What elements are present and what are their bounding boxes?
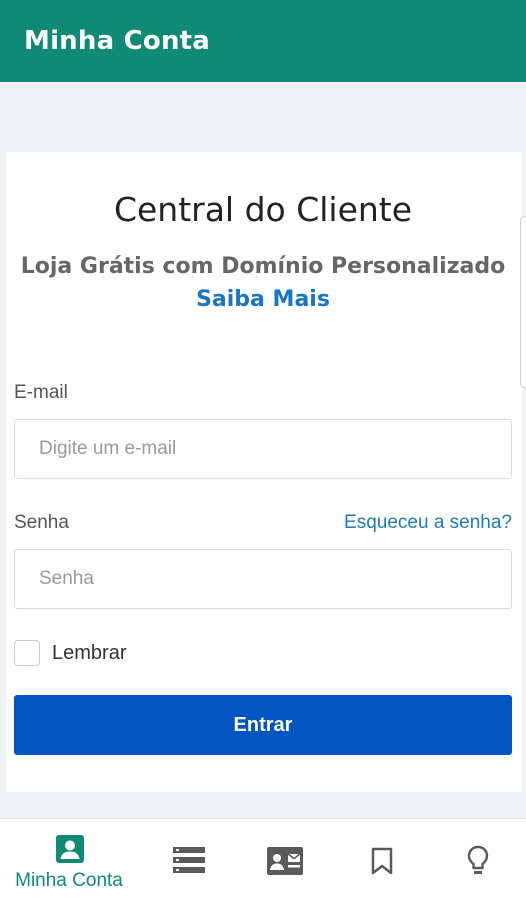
login-button[interactable]: Entrar [14, 695, 512, 755]
app-bar: Minha Conta [0, 0, 526, 82]
remember-label: Lembrar [52, 642, 127, 664]
remember-checkbox[interactable] [14, 640, 40, 666]
contact-card-icon [267, 847, 303, 875]
account-box-icon [56, 835, 84, 863]
email-field[interactable] [14, 419, 512, 479]
promo-text: Loja Grátis com Domínio Personalizado [20, 254, 506, 279]
nav-item-tips[interactable] [448, 819, 508, 900]
learn-more-link[interactable]: Saiba Mais [0, 287, 526, 312]
nav-item-minha-conta[interactable]: Minha Conta [0, 819, 138, 900]
password-field[interactable] [14, 549, 512, 609]
password-label: Senha [14, 512, 69, 533]
page-heading: Central do Cliente [113, 190, 413, 229]
list-icon [173, 847, 205, 873]
nav-item-contact[interactable] [255, 819, 315, 900]
nav-item-bookmark[interactable] [352, 819, 412, 900]
bottom-nav: Minha Conta [0, 818, 526, 900]
bookmark-icon [371, 847, 393, 875]
email-label: E-mail [14, 382, 68, 403]
lightbulb-icon [467, 845, 489, 874]
nav-label-minha-conta: Minha Conta [15, 870, 123, 891]
nav-item-list[interactable] [160, 819, 220, 900]
app-bar-title: Minha Conta [24, 26, 211, 56]
forgot-password-link[interactable]: Esqueceu a senha? [344, 512, 512, 534]
